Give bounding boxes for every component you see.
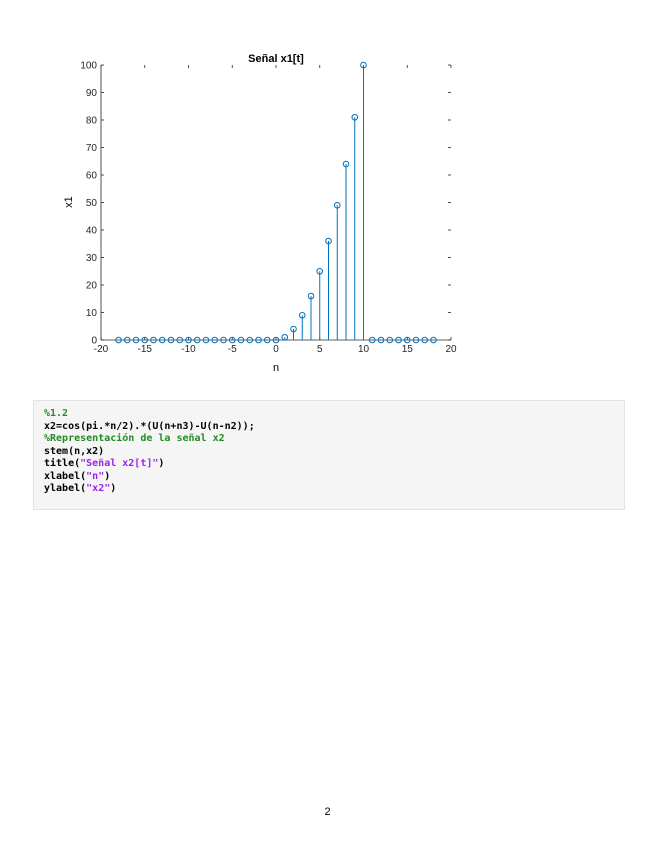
- y-tick-label: 20: [86, 281, 98, 292]
- code-line: stem(n,x2): [44, 446, 614, 459]
- code-token: x2=cos(pi.*n/2).*(U(n+n3)-U(n-n2));: [44, 420, 255, 432]
- code-line: %1.2: [44, 408, 614, 421]
- code-token: ): [104, 470, 111, 482]
- code-token: stem(n,x2): [44, 445, 105, 457]
- x-tick-label: -10: [181, 344, 196, 355]
- code-token: %Representación de la señal x2: [44, 433, 225, 444]
- stems: [115, 61, 437, 344]
- code-token: %1.2: [44, 408, 69, 419]
- y-tick-label: 40: [86, 226, 98, 237]
- x-tick-label: -15: [138, 344, 153, 355]
- y-tick-label: 30: [86, 253, 98, 264]
- code-token: ylabel(: [44, 483, 87, 494]
- code-line: %Representación de la señal x2: [44, 433, 614, 446]
- x-tick-label: 5: [317, 344, 323, 355]
- y-tick-label: 50: [86, 198, 98, 209]
- code-token: "n": [86, 470, 105, 482]
- y-tick-label: 0: [91, 336, 97, 347]
- y-tick-label: 10: [86, 308, 98, 319]
- code-token: "x2": [86, 483, 111, 494]
- code-line: ylabel("x2"): [44, 483, 614, 496]
- code-token: ): [110, 483, 117, 494]
- y-axis-label: x1: [63, 196, 75, 208]
- y-tick-label: 80: [86, 116, 98, 127]
- axes: -20 -15 -10 -5 0 5 10 15 20010203040506070809010…: [80, 61, 457, 356]
- chart-title: Señal x1[t]: [248, 53, 304, 65]
- code-token: xlabel(: [44, 470, 87, 482]
- y-tick-label: 60: [86, 171, 98, 182]
- code-line: title("Señal x2[t]"): [44, 458, 614, 471]
- code-token: "Señal x2[t]": [80, 458, 159, 469]
- stem-plot: Señal x1[t] n x1 -20 -15 -10 -5 0 5 10 15 200102…: [63, 53, 457, 374]
- y-tick-label: 100: [80, 61, 97, 72]
- y-tick-label: 70: [86, 143, 98, 154]
- code-lines: %1.2 x2=cos(pi.*n/2).*(U(n+n3)-U(n-n2));%…: [44, 408, 614, 496]
- code-token: ): [158, 458, 165, 469]
- code-line: x2=cos(pi.*n/2).*(U(n+n3)-U(n-n2));: [44, 421, 614, 434]
- code-line: xlabel("n"): [44, 471, 614, 484]
- x-tick-label: -5: [228, 344, 237, 355]
- x-tick-label: 15: [402, 344, 414, 355]
- x-tick-label: 10: [358, 344, 370, 355]
- code-block: %1.2 x2=cos(pi.*n/2).*(U(n+n3)-U(n-n2));%…: [33, 400, 625, 510]
- x-axis-label: n: [273, 362, 279, 374]
- x-tick-label: 20: [445, 344, 457, 355]
- code-token: title(: [44, 458, 81, 469]
- page-number: 2: [324, 806, 331, 818]
- x-tick-label: 0: [273, 344, 279, 355]
- y-tick-label: 90: [86, 88, 98, 99]
